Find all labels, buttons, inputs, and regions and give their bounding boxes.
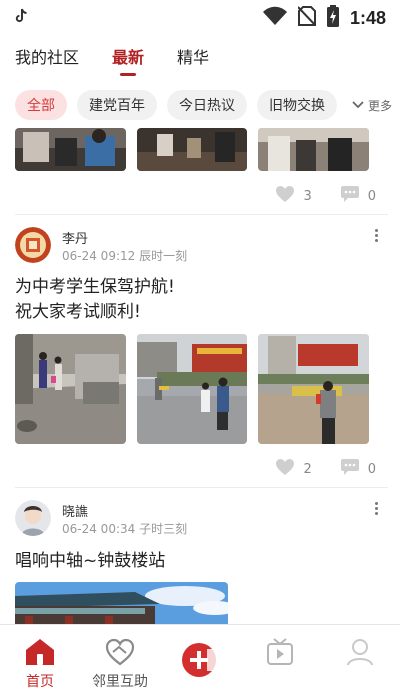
- heart-icon: [275, 185, 295, 207]
- chip-party-centenary[interactable]: 建党百年: [77, 90, 157, 120]
- video-icon: [264, 637, 296, 667]
- feed[interactable]: 3 0 李丹 06-24 09:12 辰时一刻 为中考学生保驾护航! 祝大家考试…: [0, 128, 400, 624]
- post-photo[interactable]: [15, 128, 126, 171]
- post-text: 唱响中轴~钟鼓楼站: [15, 549, 165, 574]
- nav-video[interactable]: [240, 625, 320, 700]
- post-photo[interactable]: [258, 334, 369, 444]
- divider: [15, 487, 388, 488]
- category-chips: 全部 建党百年 今日热议 旧物交换 更多: [15, 89, 400, 121]
- bottom-nav: 首页 邻里互助: [0, 624, 400, 700]
- profile-icon: [345, 637, 375, 667]
- more-options-button[interactable]: [372, 502, 380, 515]
- nav-home[interactable]: 首页: [0, 625, 80, 700]
- nav-home-label: 首页: [26, 674, 54, 690]
- chip-all[interactable]: 全部: [15, 90, 67, 120]
- post-period: 辰时一刻: [139, 249, 188, 263]
- username[interactable]: 晓譙: [62, 501, 88, 520]
- comment-count: 0: [367, 188, 376, 204]
- status-bar: 1:48: [0, 0, 400, 36]
- heart-hands-icon: [104, 637, 136, 667]
- comment-stat[interactable]: 0: [340, 458, 376, 480]
- comment-icon: [340, 458, 360, 480]
- tab-my-community[interactable]: 我的社区: [15, 44, 79, 78]
- tab-featured[interactable]: 精华: [177, 44, 209, 78]
- username[interactable]: 李丹: [62, 228, 88, 247]
- post-photo[interactable]: [258, 128, 369, 171]
- divider: [15, 214, 388, 215]
- comment-count: 0: [367, 461, 376, 477]
- post-photo[interactable]: [137, 334, 247, 444]
- post-date: 06-24 00:34: [62, 522, 136, 536]
- no-sim-icon: [297, 6, 317, 30]
- like-stat[interactable]: 2: [275, 458, 312, 480]
- post-text: 为中考学生保驾护航! 祝大家考试顺利!: [15, 275, 175, 325]
- post-photo[interactable]: [15, 334, 126, 444]
- tiktok-icon: [14, 8, 28, 28]
- nav-neighbor-help-label: 邻里互助: [92, 674, 148, 690]
- post-photo[interactable]: [137, 128, 247, 171]
- like-count: 2: [303, 461, 312, 477]
- post-text-line: 祝大家考试顺利!: [15, 302, 141, 322]
- post-stats: 3 0: [275, 185, 376, 207]
- like-stat[interactable]: 3: [275, 185, 312, 207]
- post-stats: 2 0: [275, 458, 376, 480]
- avatar[interactable]: [15, 500, 51, 536]
- status-time: 1:48: [349, 7, 386, 28]
- battery-charging-icon: [326, 5, 340, 31]
- like-count: 3: [303, 188, 312, 204]
- wifi-icon: [262, 6, 288, 30]
- more-label: 更多: [367, 98, 392, 113]
- post-meta: 06-24 09:12 辰时一刻: [62, 247, 187, 264]
- more-options-button[interactable]: [372, 229, 380, 242]
- nav-profile[interactable]: [320, 625, 400, 700]
- nav-add-post[interactable]: [160, 625, 240, 700]
- chip-hot-today[interactable]: 今日热议: [167, 90, 247, 120]
- heart-icon: [275, 458, 295, 480]
- post-photo[interactable]: [15, 582, 228, 624]
- comment-icon: [340, 185, 360, 207]
- post-date: 06-24 09:12: [62, 249, 136, 263]
- avatar[interactable]: [15, 227, 51, 263]
- add-post-icon: [181, 643, 219, 677]
- tab-latest[interactable]: 最新: [112, 44, 144, 78]
- post-period: 子时三刻: [139, 522, 188, 536]
- more-button[interactable]: 更多: [338, 89, 400, 121]
- post-meta: 06-24 00:34 子时三刻: [62, 520, 187, 537]
- top-tabs: 我的社区 最新 精华: [15, 44, 209, 78]
- nav-neighbor-help[interactable]: 邻里互助: [80, 625, 160, 700]
- home-icon: [25, 637, 55, 667]
- post-text-line: 为中考学生保驾护航!: [15, 277, 175, 297]
- post-text-line: 唱响中轴~钟鼓楼站: [15, 551, 166, 571]
- comment-stat[interactable]: 0: [340, 185, 376, 207]
- chip-swap[interactable]: 旧物交换: [257, 90, 337, 120]
- chevron-down-icon: [352, 98, 364, 112]
